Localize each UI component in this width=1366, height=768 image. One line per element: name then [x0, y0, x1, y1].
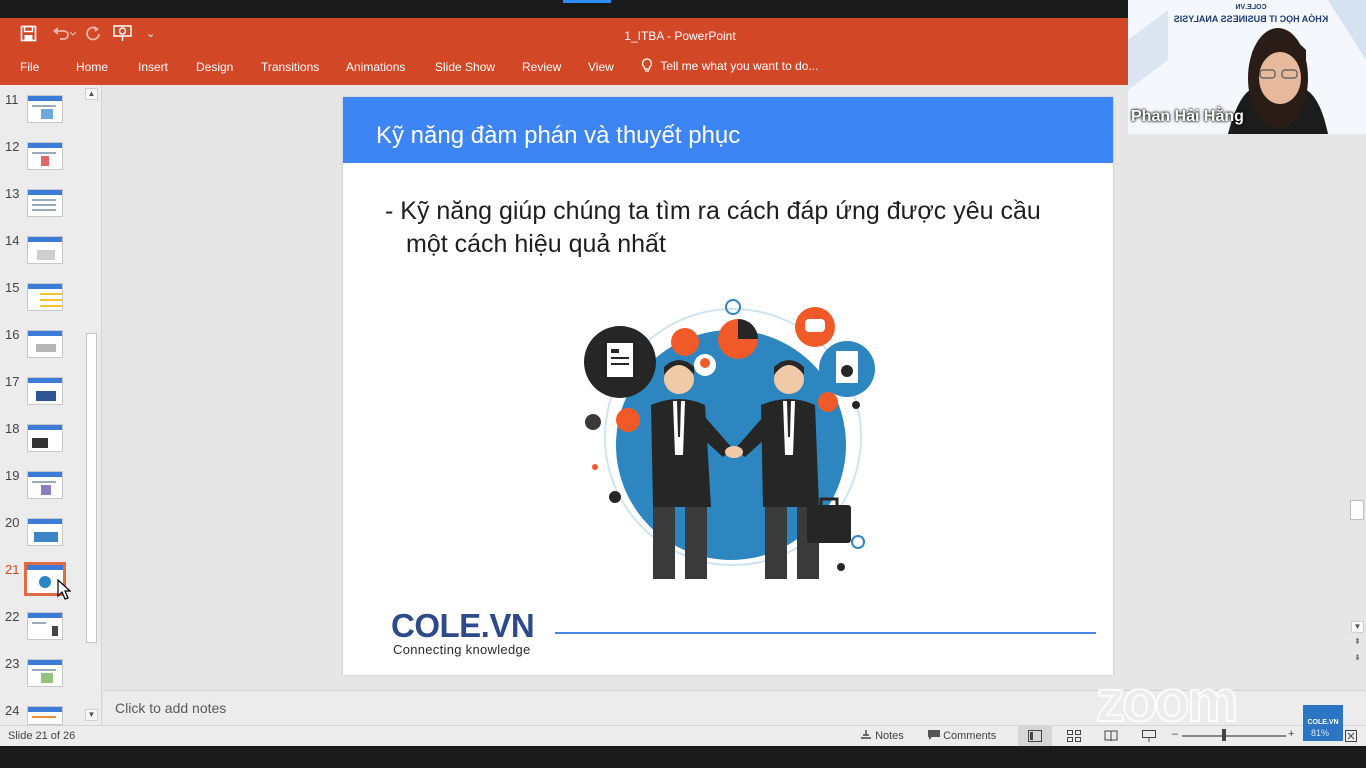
- title-bar: ⌄ 1_ITBA - PowerPoint: [0, 18, 1128, 52]
- slide-number: 16: [5, 327, 20, 342]
- tell-me-text: Tell me what you want to do...: [660, 59, 819, 73]
- previous-slide-icon[interactable]: ⇞: [1351, 637, 1364, 649]
- handshake-illustration[interactable]: [573, 287, 893, 597]
- slide-number: 13: [5, 186, 20, 201]
- comments-label: Comments: [943, 730, 997, 742]
- slide-number: 20: [5, 515, 20, 530]
- slide-thumbnail-15[interactable]: [27, 283, 63, 311]
- scroll-down-icon[interactable]: ▼: [1351, 621, 1364, 633]
- slide-number: 15: [5, 280, 20, 295]
- slide-thumbnail-17[interactable]: [27, 377, 63, 405]
- footer-divider: [555, 632, 1096, 634]
- cole-badge-percent: 81%: [1311, 728, 1330, 738]
- fit-to-window-icon: [1345, 730, 1357, 742]
- meeting-bottom-bar: [0, 746, 1366, 768]
- cole-logo: COLE.VN: [391, 607, 535, 644]
- screen: ⌄ 1_ITBA - PowerPoint File Home Insert D…: [0, 0, 1366, 768]
- slide-thumbnail-24[interactable]: [27, 706, 63, 725]
- slide-number: 14: [5, 233, 20, 248]
- meeting-indicator: [563, 0, 611, 3]
- notes-icon: [861, 730, 871, 739]
- normal-view-button[interactable]: [1018, 726, 1052, 746]
- notes-label: Notes: [875, 730, 904, 742]
- tab-file[interactable]: File: [20, 60, 39, 74]
- lightbulb-icon: [641, 58, 653, 72]
- save-icon[interactable]: [20, 25, 37, 47]
- tab-transitions[interactable]: Transitions: [261, 60, 319, 74]
- scroll-up-icon[interactable]: ▲: [85, 88, 98, 100]
- slide-number: 17: [5, 374, 20, 389]
- banner-course: KHÓA HỌC IT BUSINESS ANALYSIS: [1173, 14, 1329, 24]
- slide-sorter-button[interactable]: [1067, 730, 1081, 745]
- slide-thumbnail-18[interactable]: [27, 424, 63, 452]
- slides-panel-scrollbar[interactable]: ▲ ▼: [85, 88, 98, 725]
- slide-number: 24: [5, 703, 20, 718]
- tell-me-box[interactable]: Tell me what you want to do...: [641, 58, 818, 73]
- editor-scrollbar[interactable]: ▼ ⇞ ⇟: [1349, 85, 1366, 685]
- slide-thumbnail-23[interactable]: [27, 659, 63, 687]
- slide-thumbnail-13[interactable]: [27, 189, 63, 217]
- participant-video[interactable]: COLE.VN KHÓA HỌC IT BUSINESS ANALYSIS Ph…: [1128, 0, 1366, 134]
- slide-number-active: 21: [5, 562, 20, 577]
- zoom-slider[interactable]: [1182, 735, 1286, 737]
- normal-view-icon: [1028, 730, 1042, 742]
- slide-number: 22: [5, 609, 20, 624]
- scrollbar-thumb[interactable]: [86, 333, 97, 643]
- slide-thumbnail-11[interactable]: [27, 95, 63, 123]
- redo-icon[interactable]: [85, 25, 101, 46]
- notes-button[interactable]: Notes: [860, 730, 904, 742]
- comments-button[interactable]: Comments: [928, 730, 996, 742]
- present-icon[interactable]: [113, 25, 133, 47]
- zoom-in-button[interactable]: +: [1288, 728, 1294, 740]
- tab-review[interactable]: Review: [522, 60, 561, 74]
- tab-insert[interactable]: Insert: [138, 60, 168, 74]
- slide-sorter-icon: [1067, 730, 1081, 742]
- comment-icon: [928, 730, 940, 740]
- tab-animations[interactable]: Animations: [346, 60, 405, 74]
- tab-design[interactable]: Design: [196, 60, 233, 74]
- cole-tagline: Connecting knowledge: [393, 642, 531, 657]
- slide-thumbnail-22[interactable]: [27, 612, 63, 640]
- undo-icon[interactable]: [52, 25, 77, 46]
- slide-canvas[interactable]: Kỹ năng đàm phán và thuyết phục - Kỹ năn…: [343, 97, 1113, 675]
- slide-number: 11: [5, 92, 19, 107]
- zoom-watermark: zoom: [1095, 668, 1239, 735]
- slide-title[interactable]: Kỹ năng đàm phán và thuyết phục: [376, 122, 740, 150]
- document-title: 1_ITBA - PowerPoint: [624, 29, 736, 43]
- slide-counter: Slide 21 of 26: [8, 730, 76, 742]
- banner-brand: COLE.VN: [1235, 4, 1267, 11]
- next-slide-icon[interactable]: ⇟: [1351, 653, 1364, 665]
- scroll-down-icon[interactable]: ▼: [85, 709, 98, 721]
- customize-quick-access-icon[interactable]: ⌄: [146, 27, 155, 40]
- slide-thumbnail-19[interactable]: [27, 471, 63, 499]
- tab-home[interactable]: Home: [76, 60, 108, 74]
- notes-placeholder[interactable]: Click to add notes: [115, 700, 226, 716]
- slide-header-band: Kỹ năng đàm phán và thuyết phục: [343, 97, 1113, 163]
- tab-view[interactable]: View: [588, 60, 614, 74]
- slide-number: 19: [5, 468, 20, 483]
- participant-name: Phan Hải Hằng: [1131, 108, 1244, 125]
- ribbon-tabs: File Home Insert Design Transitions Anim…: [0, 52, 1128, 85]
- slide-number: 18: [5, 421, 20, 436]
- slide-number: 12: [5, 139, 20, 154]
- slide-bullet-text[interactable]: - Kỹ năng giúp chúng ta tìm ra cách đáp …: [385, 195, 1075, 261]
- mouse-pointer-icon: [57, 579, 71, 600]
- slide-thumbnail-20[interactable]: [27, 518, 63, 546]
- scrollbar-thumb[interactable]: [1350, 500, 1364, 520]
- slide-number: 23: [5, 656, 20, 671]
- slide-thumbnail-14[interactable]: [27, 236, 63, 264]
- tab-slide-show[interactable]: Slide Show: [435, 60, 495, 74]
- fit-slide-button[interactable]: [1345, 730, 1357, 745]
- slide-thumbnail-12[interactable]: [27, 142, 63, 170]
- slide-thumbnail-16[interactable]: [27, 330, 63, 358]
